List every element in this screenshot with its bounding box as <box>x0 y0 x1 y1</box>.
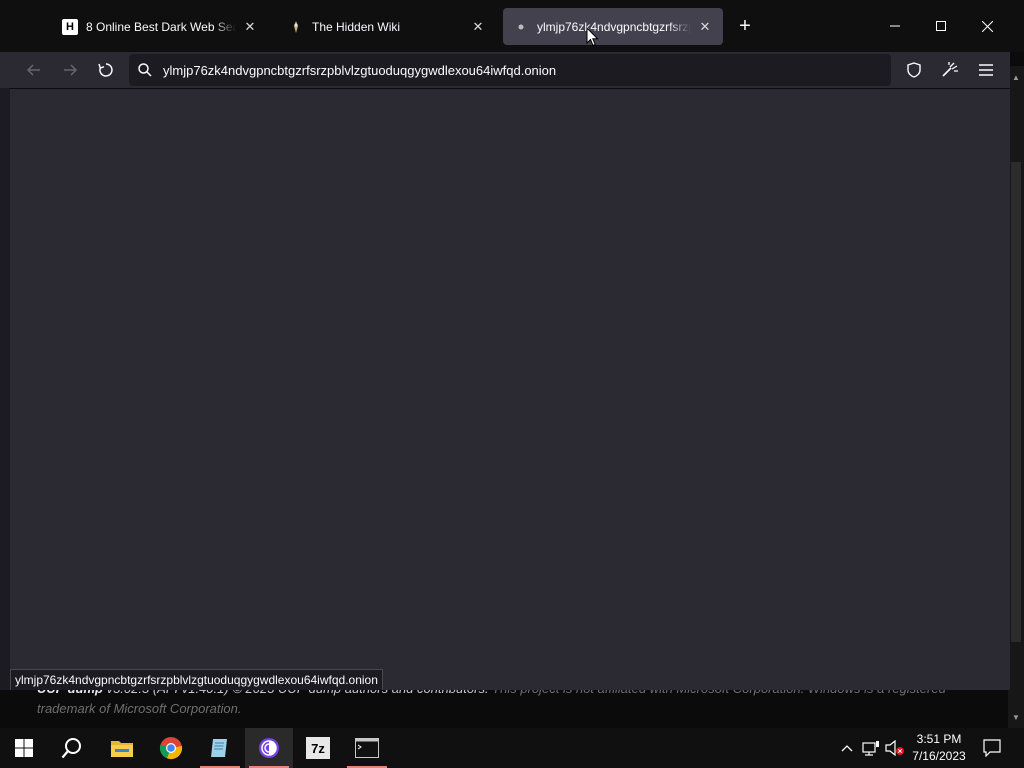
wiki-favicon-icon <box>288 19 304 35</box>
new-identity-button[interactable] <box>936 56 964 84</box>
terminal-icon <box>355 738 379 758</box>
desktop-screen: ▲ ▼ UUP dump v3.02.3 (API v1.40.1) © 202… <box>0 0 1024 768</box>
chrome-icon <box>159 737 183 760</box>
loading-spinner-icon <box>98 63 113 77</box>
app-menu-button[interactable] <box>972 56 1000 84</box>
url-text[interactable]: ylmjp76zk4ndvgpncbtgzrfsrzpblvlzgtuoduqg… <box>163 63 556 78</box>
forward-button[interactable] <box>56 56 84 84</box>
page-content-area <box>10 88 1010 690</box>
taskbar: 7z 3:51 PM 7/16/2023 <box>0 728 1024 768</box>
svg-text:7z: 7z <box>311 741 325 756</box>
clock-date: 7/16/2023 <box>912 749 966 763</box>
volume-button[interactable] <box>885 738 905 758</box>
scroll-down-icon[interactable]: ▼ <box>1008 710 1024 726</box>
notepad-app[interactable] <box>196 728 244 768</box>
search-icon <box>61 738 81 759</box>
arrow-left-icon <box>26 64 40 76</box>
action-center-button[interactable] <box>982 738 1002 758</box>
scrollbar-thumb[interactable] <box>1011 162 1021 642</box>
close-tab-icon[interactable]: ✕ <box>697 19 713 35</box>
notepad-icon <box>211 739 227 757</box>
close-tab-icon[interactable]: ✕ <box>242 19 258 35</box>
tab-title: 8 Online Best Dark Web Search E <box>86 19 236 34</box>
tab-strip: H 8 Online Best Dark Web Search E ✕ The … <box>0 0 1024 52</box>
network-icon <box>862 741 879 756</box>
hackernoon-favicon-icon: H <box>62 18 78 35</box>
new-tab-button[interactable]: + <box>733 14 757 38</box>
volume-muted-icon <box>885 740 904 756</box>
chrome-app[interactable] <box>147 728 195 768</box>
taskbar-search-button[interactable] <box>48 728 96 768</box>
tab-title: ylmjp76zk4ndvgpncbtgzrfsrzpblvlzgtuoduqg… <box>537 19 691 34</box>
search-icon <box>130 54 160 86</box>
scroll-up-icon[interactable]: ▲ <box>1008 70 1024 86</box>
file-explorer-app[interactable] <box>98 728 146 768</box>
background-scrollbar[interactable]: ▲ ▼ <box>1008 66 1024 728</box>
mouse-cursor-icon <box>586 27 599 47</box>
notification-icon <box>983 739 1001 757</box>
address-bar[interactable]: ylmjp76zk4ndvgpncbtgzrfsrzpblvlzgtuoduqg… <box>129 54 891 86</box>
command-prompt-app[interactable] <box>343 728 391 768</box>
clock-time: 3:51 PM <box>916 732 962 746</box>
7zip-app[interactable]: 7z <box>294 728 342 768</box>
browser-window: H 8 Online Best Dark Web Search E ✕ The … <box>0 0 1024 690</box>
tor-browser-app[interactable] <box>245 728 293 768</box>
tor-onion-icon <box>259 738 279 758</box>
windows-logo-icon <box>15 739 33 757</box>
system-clock[interactable]: 3:51 PM 7/16/2023 <box>906 731 972 765</box>
start-button[interactable] <box>0 728 48 768</box>
stop-loading-button[interactable] <box>92 56 120 84</box>
navigation-toolbar: ylmjp76zk4ndvgpncbtgzrfsrzpblvlzgtuoduqg… <box>0 52 1010 88</box>
status-link-tooltip: ylmjp76zk4ndvgpncbtgzrfsrzpblvlzgtuoduqg… <box>10 669 383 690</box>
loading-dot-icon <box>513 19 529 35</box>
arrow-right-icon <box>64 64 78 76</box>
tab-dark-web-search[interactable]: H 8 Online Best Dark Web Search E ✕ <box>52 8 268 45</box>
tab-hidden-wiki[interactable]: The Hidden Wiki ✕ <box>278 8 496 45</box>
show-hidden-icons-button[interactable] <box>837 738 857 758</box>
maximize-icon <box>936 21 946 31</box>
folder-icon <box>111 741 133 757</box>
close-window-button[interactable] <box>964 10 1010 42</box>
shield-icon <box>907 62 921 78</box>
back-button[interactable] <box>20 56 48 84</box>
close-icon <box>981 20 993 32</box>
hamburger-menu-icon <box>979 64 993 76</box>
network-status-button[interactable] <box>861 738 881 758</box>
security-level-button[interactable] <box>900 56 928 84</box>
tab-onion-site[interactable]: ylmjp76zk4ndvgpncbtgzrfsrzpblvlzgtuoduqg… <box>503 8 723 45</box>
chevron-up-icon <box>841 745 853 752</box>
7zip-icon: 7z <box>306 737 330 759</box>
maximize-button[interactable] <box>918 10 964 42</box>
minimize-icon <box>890 25 900 27</box>
minimize-button[interactable] <box>872 10 918 42</box>
broom-icon <box>942 62 958 77</box>
close-tab-icon[interactable]: ✕ <box>470 19 486 35</box>
tab-title: The Hidden Wiki <box>312 19 401 34</box>
